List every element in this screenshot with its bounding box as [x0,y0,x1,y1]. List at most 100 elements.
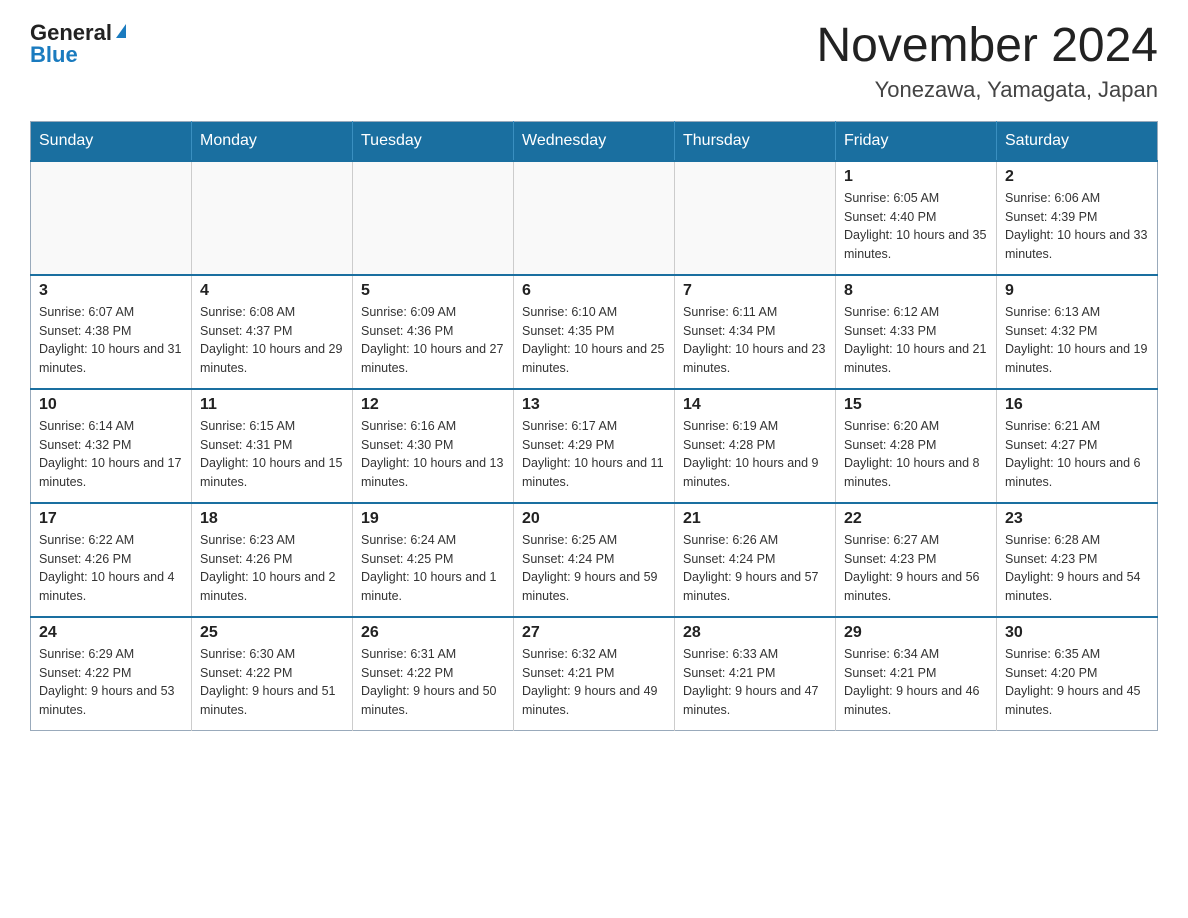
day-number: 16 [1005,396,1149,414]
day-info: Sunrise: 6:22 AMSunset: 4:26 PMDaylight:… [39,531,183,606]
day-number: 5 [361,282,505,300]
calendar-cell: 27Sunrise: 6:32 AMSunset: 4:21 PMDayligh… [514,617,675,731]
day-number: 14 [683,396,827,414]
day-info: Sunrise: 6:11 AMSunset: 4:34 PMDaylight:… [683,303,827,378]
month-year-title: November 2024 [816,20,1158,73]
day-info: Sunrise: 6:21 AMSunset: 4:27 PMDaylight:… [1005,417,1149,492]
day-info: Sunrise: 6:32 AMSunset: 4:21 PMDaylight:… [522,645,666,720]
calendar-cell: 16 Sunrise: 6:21 AMSunset: 4:27 PMDayligh… [997,389,1158,503]
day-info: Sunrise: 6:10 AMSunset: 4:35 PMDaylight:… [522,303,666,378]
calendar-cell: 26 Sunrise: 6:31 AMSunset: 4:22 PMDayligh… [353,617,514,731]
calendar-cell: 24Sunrise: 6:29 AMSunset: 4:22 PMDayligh… [31,617,192,731]
calendar-week-row: 17 Sunrise: 6:22 AMSunset: 4:26 PMDayligh… [31,503,1158,617]
day-info: Sunrise: 6:16 AMSunset: 4:30 PMDaylight:… [361,417,505,492]
logo-blue-text: Blue [30,42,78,68]
weekday-header-tuesday: Tuesday [353,121,514,161]
day-number: 17 [39,510,183,528]
calendar-cell: 3 Sunrise: 6:07 AMSunset: 4:38 PMDaylight… [31,275,192,389]
calendar-cell: 21 Sunrise: 6:26 AMSunset: 4:24 PMDayligh… [675,503,836,617]
title-block: November 2024 Yonezawa, Yamagata, Japan [816,20,1158,103]
calendar-cell: 4Sunrise: 6:08 AMSunset: 4:37 PMDaylight… [192,275,353,389]
day-number: 28 [683,624,827,642]
page-header: General Blue November 2024 Yonezawa, Yam… [30,20,1158,103]
day-info: Sunrise: 6:26 AMSunset: 4:24 PMDaylight:… [683,531,827,606]
weekday-header-saturday: Saturday [997,121,1158,161]
day-number: 26 [361,624,505,642]
weekday-header-wednesday: Wednesday [514,121,675,161]
calendar-week-row: 10Sunrise: 6:14 AMSunset: 4:32 PMDayligh… [31,389,1158,503]
calendar-cell: 6 Sunrise: 6:10 AMSunset: 4:35 PMDaylight… [514,275,675,389]
day-number: 20 [522,510,666,528]
calendar-cell: 12 Sunrise: 6:16 AMSunset: 4:30 PMDayligh… [353,389,514,503]
day-number: 12 [361,396,505,414]
day-info: Sunrise: 6:06 AMSunset: 4:39 PMDaylight:… [1005,189,1149,264]
day-info: Sunrise: 6:33 AMSunset: 4:21 PMDaylight:… [683,645,827,720]
calendar-cell [675,161,836,275]
weekday-header-row: SundayMondayTuesdayWednesdayThursdayFrid… [31,121,1158,161]
day-info: Sunrise: 6:07 AMSunset: 4:38 PMDaylight:… [39,303,183,378]
day-info: Sunrise: 6:08 AMSunset: 4:37 PMDaylight:… [200,303,344,378]
calendar-cell: 8 Sunrise: 6:12 AMSunset: 4:33 PMDaylight… [836,275,997,389]
calendar-cell: 7 Sunrise: 6:11 AMSunset: 4:34 PMDaylight… [675,275,836,389]
day-info: Sunrise: 6:09 AMSunset: 4:36 PMDaylight:… [361,303,505,378]
calendar-cell: 14 Sunrise: 6:19 AMSunset: 4:28 PMDayligh… [675,389,836,503]
day-info: Sunrise: 6:24 AMSunset: 4:25 PMDaylight:… [361,531,505,606]
day-number: 25 [200,624,344,642]
day-info: Sunrise: 6:30 AMSunset: 4:22 PMDaylight:… [200,645,344,720]
weekday-header-monday: Monday [192,121,353,161]
logo-arrow-icon [116,24,126,38]
day-number: 7 [683,282,827,300]
day-number: 2 [1005,168,1149,186]
day-info: Sunrise: 6:12 AMSunset: 4:33 PMDaylight:… [844,303,988,378]
day-info: Sunrise: 6:13 AMSunset: 4:32 PMDaylight:… [1005,303,1149,378]
day-info: Sunrise: 6:17 AMSunset: 4:29 PMDaylight:… [522,417,666,492]
calendar-table: SundayMondayTuesdayWednesdayThursdayFrid… [30,121,1158,731]
day-number: 8 [844,282,988,300]
day-number: 1 [844,168,988,186]
calendar-cell: 15 Sunrise: 6:20 AMSunset: 4:28 PMDayligh… [836,389,997,503]
calendar-header: SundayMondayTuesdayWednesdayThursdayFrid… [31,121,1158,161]
calendar-cell: 5 Sunrise: 6:09 AMSunset: 4:36 PMDaylight… [353,275,514,389]
day-info: Sunrise: 6:35 AMSunset: 4:20 PMDaylight:… [1005,645,1149,720]
day-info: Sunrise: 6:23 AMSunset: 4:26 PMDaylight:… [200,531,344,606]
day-info: Sunrise: 6:34 AMSunset: 4:21 PMDaylight:… [844,645,988,720]
day-number: 22 [844,510,988,528]
day-number: 10 [39,396,183,414]
calendar-cell [31,161,192,275]
day-number: 19 [361,510,505,528]
day-number: 21 [683,510,827,528]
calendar-cell: 20Sunrise: 6:25 AMSunset: 4:24 PMDayligh… [514,503,675,617]
calendar-cell: 23Sunrise: 6:28 AMSunset: 4:23 PMDayligh… [997,503,1158,617]
calendar-cell: 1 Sunrise: 6:05 AMSunset: 4:40 PMDaylight… [836,161,997,275]
calendar-week-row: 3 Sunrise: 6:07 AMSunset: 4:38 PMDaylight… [31,275,1158,389]
calendar-cell: 30Sunrise: 6:35 AMSunset: 4:20 PMDayligh… [997,617,1158,731]
calendar-week-row: 1 Sunrise: 6:05 AMSunset: 4:40 PMDaylight… [31,161,1158,275]
day-number: 18 [200,510,344,528]
calendar-cell: 13 Sunrise: 6:17 AMSunset: 4:29 PMDayligh… [514,389,675,503]
day-number: 3 [39,282,183,300]
calendar-cell: 25 Sunrise: 6:30 AMSunset: 4:22 PMDayligh… [192,617,353,731]
day-info: Sunrise: 6:28 AMSunset: 4:23 PMDaylight:… [1005,531,1149,606]
calendar-cell: 9Sunrise: 6:13 AMSunset: 4:32 PMDaylight… [997,275,1158,389]
location-subtitle: Yonezawa, Yamagata, Japan [816,77,1158,103]
day-info: Sunrise: 6:19 AMSunset: 4:28 PMDaylight:… [683,417,827,492]
calendar-cell: 10Sunrise: 6:14 AMSunset: 4:32 PMDayligh… [31,389,192,503]
day-number: 11 [200,396,344,414]
day-info: Sunrise: 6:31 AMSunset: 4:22 PMDaylight:… [361,645,505,720]
calendar-cell: 2 Sunrise: 6:06 AMSunset: 4:39 PMDaylight… [997,161,1158,275]
weekday-header-friday: Friday [836,121,997,161]
day-number: 6 [522,282,666,300]
calendar-cell: 17 Sunrise: 6:22 AMSunset: 4:26 PMDayligh… [31,503,192,617]
calendar-week-row: 24Sunrise: 6:29 AMSunset: 4:22 PMDayligh… [31,617,1158,731]
calendar-cell [192,161,353,275]
logo: General Blue [30,20,126,68]
day-info: Sunrise: 6:29 AMSunset: 4:22 PMDaylight:… [39,645,183,720]
day-number: 15 [844,396,988,414]
weekday-header-thursday: Thursday [675,121,836,161]
day-number: 13 [522,396,666,414]
calendar-cell: 19 Sunrise: 6:24 AMSunset: 4:25 PMDayligh… [353,503,514,617]
day-info: Sunrise: 6:27 AMSunset: 4:23 PMDaylight:… [844,531,988,606]
day-info: Sunrise: 6:05 AMSunset: 4:40 PMDaylight:… [844,189,988,264]
day-info: Sunrise: 6:20 AMSunset: 4:28 PMDaylight:… [844,417,988,492]
day-number: 29 [844,624,988,642]
